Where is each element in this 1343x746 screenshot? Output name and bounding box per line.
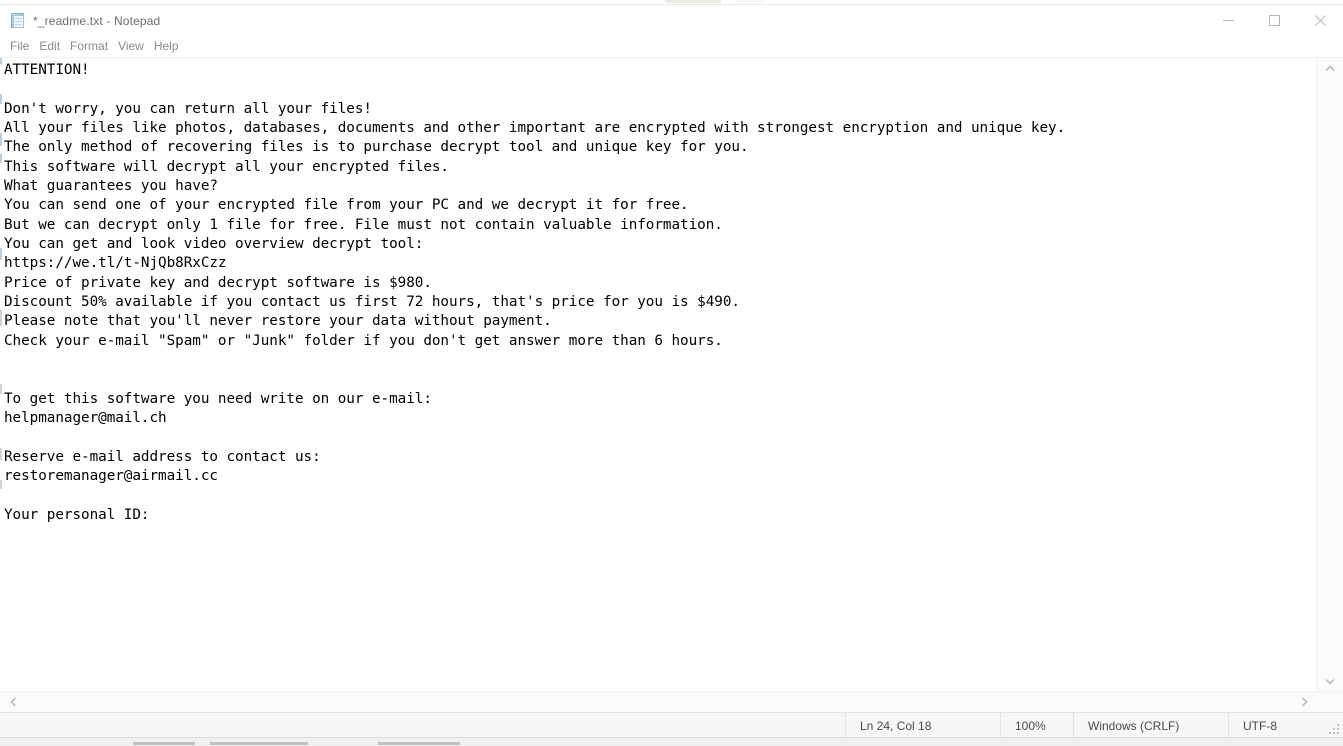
- resize-grip[interactable]: [1329, 724, 1340, 735]
- chevron-right-icon: [1301, 697, 1307, 707]
- close-icon: [1314, 15, 1326, 26]
- notepad-window: *_readme.txt - Notepad File Edit Format …: [0, 4, 1343, 738]
- maximize-icon: [1268, 15, 1280, 26]
- scroll-left-button[interactable]: [0, 692, 26, 712]
- status-bar: Ln 24, Col 18 100% Windows (CRLF) UTF-8: [0, 712, 1343, 738]
- chevron-left-icon: [10, 697, 16, 707]
- maximize-button[interactable]: [1251, 5, 1297, 36]
- menu-item-format[interactable]: Format: [65, 37, 113, 56]
- status-encoding: UTF-8: [1228, 713, 1343, 738]
- background-window-chip: [133, 742, 195, 745]
- status-zoom-level[interactable]: 100%: [1000, 713, 1073, 738]
- menu-item-help[interactable]: Help: [149, 37, 184, 56]
- status-cursor-position: Ln 24, Col 18: [845, 713, 1000, 738]
- window-controls: [1205, 5, 1343, 36]
- menu-item-edit[interactable]: Edit: [34, 37, 65, 56]
- scroll-down-button[interactable]: [1317, 671, 1343, 691]
- status-bar-spacer: [0, 713, 845, 738]
- horizontal-scroll-track[interactable]: [26, 692, 1291, 712]
- editor-row: ATTENTION! Don't worry, you can return a…: [0, 58, 1343, 691]
- desktop-backdrop: *_readme.txt - Notepad File Edit Format …: [0, 0, 1343, 746]
- menu-bar: File Edit Format View Help: [0, 36, 1343, 58]
- vertical-scrollbar[interactable]: [1316, 58, 1343, 691]
- title-bar[interactable]: *_readme.txt - Notepad: [0, 5, 1343, 36]
- notepad-icon-rule: [15, 20, 22, 22]
- background-window-bottom-edge: [0, 737, 1343, 746]
- menu-item-view[interactable]: View: [113, 37, 149, 56]
- background-artifact: [0, 310, 2, 326]
- close-button[interactable]: [1297, 5, 1343, 36]
- background-artifact: [0, 480, 2, 489]
- minimize-button[interactable]: [1205, 5, 1251, 36]
- horizontal-scrollbar[interactable]: [0, 691, 1343, 712]
- scroll-right-button[interactable]: [1291, 692, 1317, 712]
- background-artifact: [0, 248, 2, 260]
- editor-region: ATTENTION! Don't worry, you can return a…: [0, 58, 1343, 712]
- status-line-ending: Windows (CRLF): [1073, 713, 1228, 738]
- chevron-down-icon: [1325, 678, 1335, 684]
- text-editor[interactable]: ATTENTION! Don't worry, you can return a…: [0, 58, 1316, 691]
- scroll-up-button[interactable]: [1317, 58, 1343, 78]
- background-artifact: [0, 448, 2, 460]
- menu-item-file[interactable]: File: [5, 37, 34, 56]
- vertical-scroll-track[interactable]: [1317, 78, 1343, 671]
- chevron-up-icon: [1325, 65, 1335, 71]
- document-text: ATTENTION! Don't worry, you can return a…: [4, 62, 1066, 523]
- window-title: *_readme.txt - Notepad: [33, 13, 161, 28]
- notepad-icon-rule: [15, 23, 22, 25]
- background-window-chip: [735, 0, 765, 3]
- background-artifact: [0, 154, 2, 163]
- notepad-icon: [10, 12, 26, 29]
- background-artifact: [0, 133, 2, 146]
- notepad-icon-rule: [15, 17, 22, 19]
- background-artifact: [0, 58, 2, 64]
- minimize-icon: [1222, 20, 1234, 21]
- background-artifact: [0, 94, 2, 104]
- background-artifact: [0, 384, 2, 394]
- background-window-chip: [210, 742, 308, 745]
- background-window-chip: [665, 0, 721, 3]
- background-window-chip: [378, 742, 460, 745]
